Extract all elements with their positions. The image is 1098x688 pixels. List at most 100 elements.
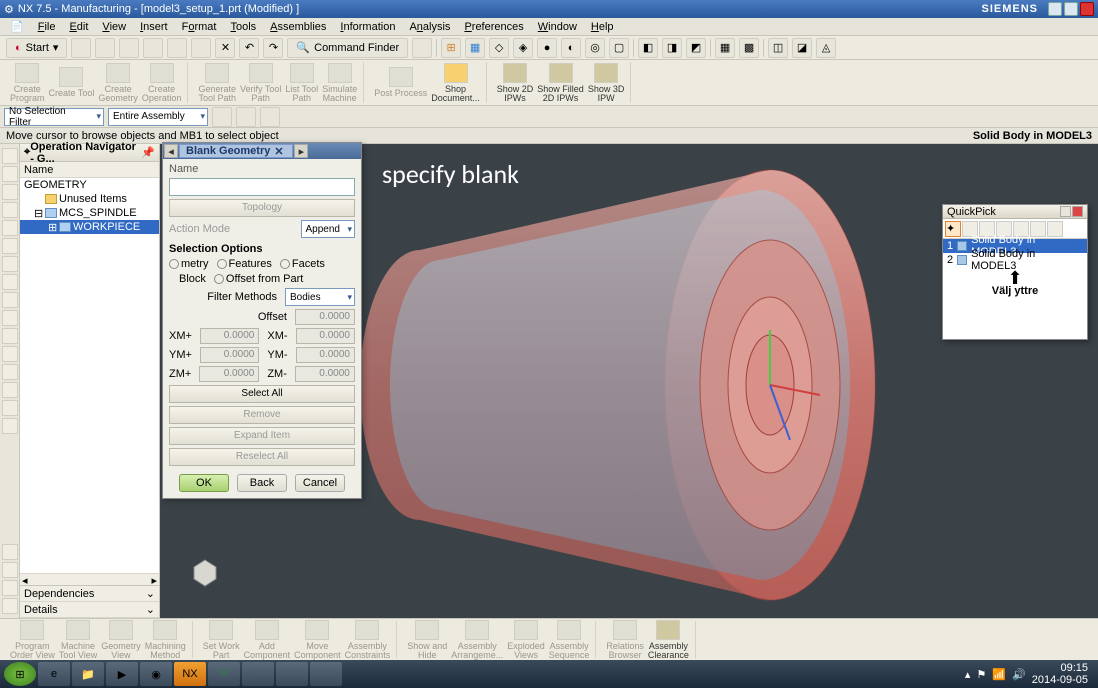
radio-facets[interactable]: Facets	[280, 258, 325, 270]
tb-app5[interactable]	[310, 662, 342, 686]
nav-tree[interactable]: GEOMETRY Unused Items ⊟MCS_SPINDLE ⊞WORK…	[20, 178, 159, 573]
tray-net-icon[interactable]: 📶	[992, 668, 1006, 681]
rb2-exploded[interactable]: Exploded Views	[507, 620, 545, 660]
rb-tab-8[interactable]	[2, 274, 18, 290]
start-menu[interactable]: ⊞	[4, 662, 36, 686]
ok-button[interactable]: OK	[179, 474, 229, 492]
action-mode-combo[interactable]: Append	[301, 220, 355, 238]
rb-simulate[interactable]: Simulate Machine	[322, 63, 357, 103]
dlg-next[interactable]: ▸	[294, 144, 308, 158]
qp-min[interactable]	[1060, 206, 1071, 217]
reselect-button[interactable]: Reselect All	[169, 448, 355, 466]
pin-icon[interactable]: 📌	[141, 146, 155, 159]
tray-up-icon[interactable]: ▴	[965, 668, 971, 681]
tb-excel[interactable]: X	[208, 662, 240, 686]
tb-ie[interactable]: e	[38, 662, 70, 686]
rb-tab-14[interactable]	[2, 382, 18, 398]
rb-tab-11[interactable]	[2, 328, 18, 344]
tb-copy[interactable]	[143, 38, 163, 58]
quickpick-header[interactable]: QuickPick	[943, 205, 1087, 219]
tb-layer[interactable]: ▦	[465, 38, 485, 58]
tb-media[interactable]: ▶	[106, 662, 138, 686]
ym-minus[interactable]: 0.0000	[296, 347, 355, 363]
qp-close[interactable]	[1072, 206, 1083, 217]
rb-tab-2[interactable]	[2, 166, 18, 182]
rb-create-tool[interactable]: Create Tool	[49, 67, 95, 98]
rb-tab-3[interactable]	[2, 184, 18, 200]
rb-create-geometry[interactable]: Create Geometry	[98, 63, 138, 103]
tb-wire[interactable]: ◎	[585, 38, 605, 58]
rb-create-program[interactable]: Create Program	[10, 63, 45, 103]
minimize-button[interactable]	[1048, 2, 1062, 16]
rb2-geometry[interactable]: Geometry View	[101, 620, 141, 660]
tree-geometry[interactable]: GEOMETRY	[20, 178, 159, 192]
assembly-scope-combo[interactable]: Entire Assembly	[108, 108, 208, 126]
tb-render[interactable]: ◐	[561, 38, 581, 58]
rb-show2d-ipw[interactable]: Show 2D IPWs	[497, 63, 534, 103]
close-icon[interactable]: ✕	[274, 145, 286, 158]
back-button[interactable]: Back	[237, 474, 287, 492]
rb-tab-13[interactable]	[2, 364, 18, 380]
dlg-tab-blank-geometry[interactable]: Blank Geometry✕	[179, 144, 293, 158]
rb-tab-5[interactable]	[2, 220, 18, 236]
offset-value[interactable]: 0.0000	[295, 309, 355, 325]
tb-undo[interactable]: ↶	[239, 38, 259, 58]
remove-button[interactable]: Remove	[169, 406, 355, 424]
rb2-program-order[interactable]: Program Order View	[10, 620, 55, 660]
rb2-clearance[interactable]: Assembly Clearance	[648, 620, 689, 660]
rb-tab-6[interactable]	[2, 238, 18, 254]
menu-format[interactable]: Format	[176, 19, 223, 35]
tray-vol-icon[interactable]: 🔊	[1012, 668, 1026, 681]
tb-b1[interactable]: ▦	[715, 38, 735, 58]
select-all-button[interactable]: Select All	[169, 385, 355, 403]
system-tray[interactable]: ▴ ⚑ 📶 🔊 09:15 2014-09-05	[965, 662, 1094, 686]
rb-tab-b4[interactable]	[2, 598, 18, 614]
sb-2[interactable]	[236, 107, 256, 127]
zm-plus[interactable]: 0.0000	[199, 366, 259, 382]
tb-delete[interactable]: ✕	[215, 38, 235, 58]
start-button[interactable]: ◐Start▾	[6, 38, 67, 58]
qp-filter-1[interactable]: ✦	[945, 221, 961, 237]
tray-flag-icon[interactable]: ⚑	[976, 668, 986, 681]
name-input[interactable]	[169, 178, 355, 196]
tb-explorer[interactable]: 📁	[72, 662, 104, 686]
ym-plus[interactable]: 0.0000	[200, 347, 259, 363]
rb-show3d-ipw[interactable]: Show 3D IPW	[588, 63, 625, 103]
tb-c2[interactable]: ◪	[792, 38, 812, 58]
nav-details[interactable]: Details⌄	[20, 602, 159, 618]
rb2-setwork[interactable]: Set Work Part	[203, 620, 240, 660]
menu-view[interactable]: View	[96, 19, 132, 35]
radio-offset[interactable]: Offset from Part	[214, 273, 303, 285]
selection-filter-combo[interactable]: No Selection Filter	[4, 108, 104, 126]
rb-shop-doc[interactable]: Shop Document...	[431, 63, 480, 103]
rb-create-operation[interactable]: Create Operation	[142, 63, 182, 103]
tb-save[interactable]	[119, 38, 139, 58]
rb-tab-4[interactable]	[2, 202, 18, 218]
filter-methods-combo[interactable]: Bodies	[285, 288, 355, 306]
rb-tab-12[interactable]	[2, 346, 18, 362]
rb-tab-15[interactable]	[2, 400, 18, 416]
rb-tab-b3[interactable]	[2, 580, 18, 596]
tb-view2[interactable]: ◈	[513, 38, 533, 58]
rb2-movecomp[interactable]: Move Component	[294, 620, 341, 660]
menu-assemblies[interactable]: Assemblies	[264, 19, 332, 35]
menu-insert[interactable]: Insert	[134, 19, 174, 35]
command-finder[interactable]: 🔍Command Finder	[287, 38, 408, 58]
tb-cut[interactable]	[191, 38, 211, 58]
xm-minus[interactable]: 0.0000	[296, 328, 355, 344]
menu-file[interactable]: File	[32, 19, 62, 35]
menu-information[interactable]: Information	[334, 19, 401, 35]
rb2-machine-tool[interactable]: Machine Tool View	[59, 620, 97, 660]
rb-show2d-filled[interactable]: Show Filled 2D IPWs	[537, 63, 584, 103]
rb-tab-1[interactable]	[2, 148, 18, 164]
radio-block[interactable]: Block	[179, 273, 206, 285]
tb-c1[interactable]: ◫	[768, 38, 788, 58]
zm-minus[interactable]: 0.0000	[295, 366, 355, 382]
rb-tab-10[interactable]	[2, 310, 18, 326]
tree-unused[interactable]: Unused Items	[20, 192, 159, 206]
rb-verify-toolpath[interactable]: Verify Tool Path	[240, 63, 281, 103]
rb-tab-16[interactable]	[2, 418, 18, 434]
menu-help[interactable]: Help	[585, 19, 620, 35]
cancel-button[interactable]: Cancel	[295, 474, 345, 492]
tb-7[interactable]	[412, 38, 432, 58]
